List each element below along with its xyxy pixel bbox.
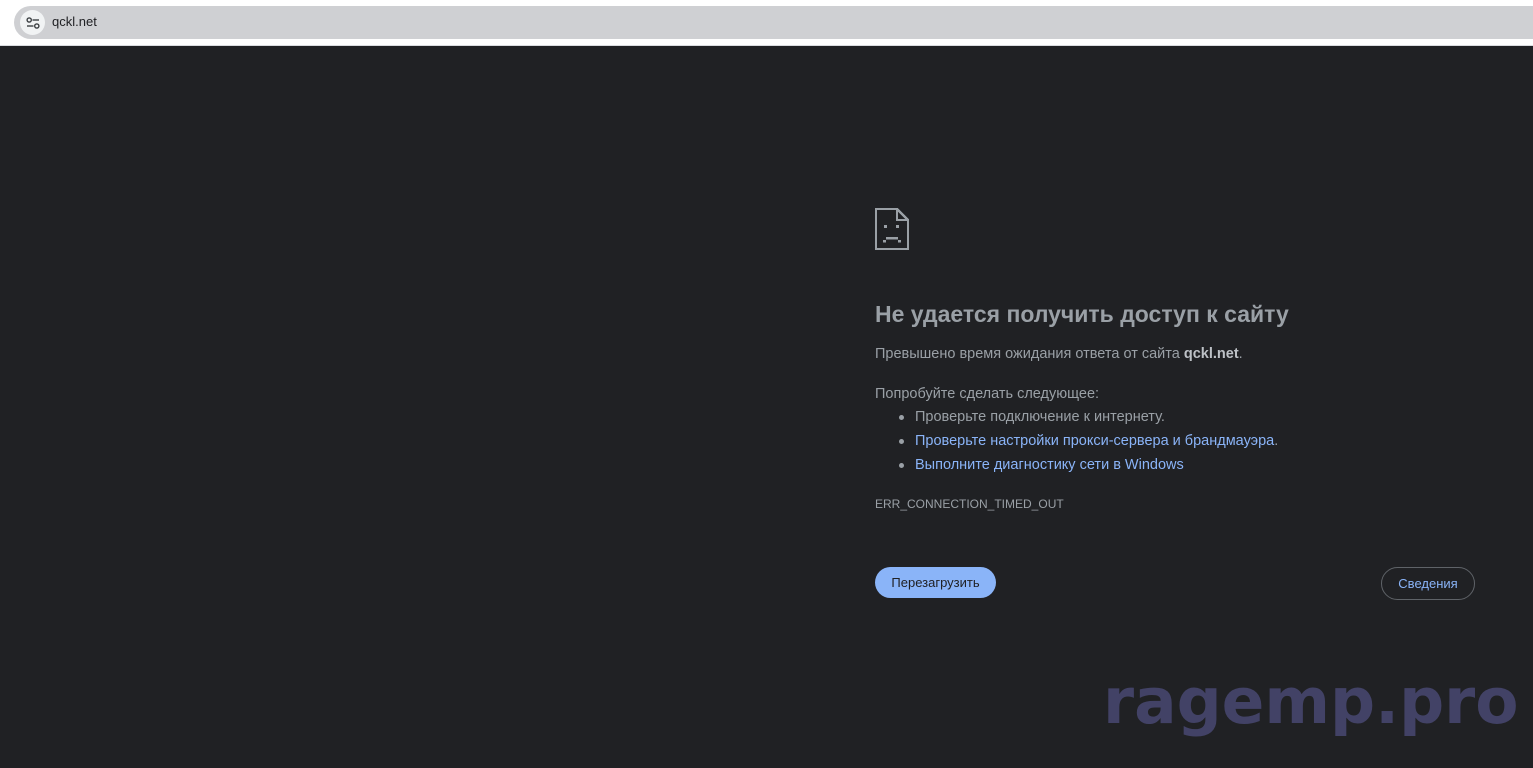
check-proxy-link[interactable]: Проверьте настройки прокси-сервера и бра… [915,433,1274,449]
summary-suffix: . [1238,346,1243,362]
network-diagnostics-link[interactable]: Выполните диагностику сети в Windows [915,457,1184,473]
error-code: ERR_CONNECTION_TIMED_OUT [875,497,1064,511]
suggestion-network-diagnostics: Выполните диагностику сети в Windows [875,456,1278,480]
bullet-icon [899,415,904,420]
summary-text: Превышено время ожидания ответа от сайта [875,346,1184,362]
tune-icon[interactable] [20,10,45,35]
bullet-icon [899,463,904,468]
suggestions-list: Проверьте подключение к интернету. Прове… [875,408,1278,480]
sad-page-icon [875,208,909,250]
suggestion-text: Проверьте подключение к интернету. [915,409,1165,425]
address-bar[interactable]: qckl.net [14,6,1533,39]
browser-toolbar: qckl.net [0,0,1533,46]
bullet-icon [899,439,904,444]
error-summary: Превышено время ожидания ответа от сайта… [875,345,1243,363]
summary-host: qckl.net [1183,346,1239,362]
details-button[interactable]: Сведения [1381,567,1475,600]
reload-button[interactable]: Перезагрузить [875,567,996,598]
suggestion-check-proxy: Проверьте настройки прокси-сервера и бра… [875,432,1278,456]
suggestions-heading: Попробуйте сделать следующее: [875,386,1100,402]
suggestion-suffix: . [1274,433,1279,449]
watermark-text: ragemp.pro [1103,665,1519,738]
suggestion-check-connection: Проверьте подключение к интернету. [875,408,1278,432]
error-heading: Не удается получить доступ к сайту [875,301,1289,327]
url-text[interactable]: qckl.net [52,14,97,30]
